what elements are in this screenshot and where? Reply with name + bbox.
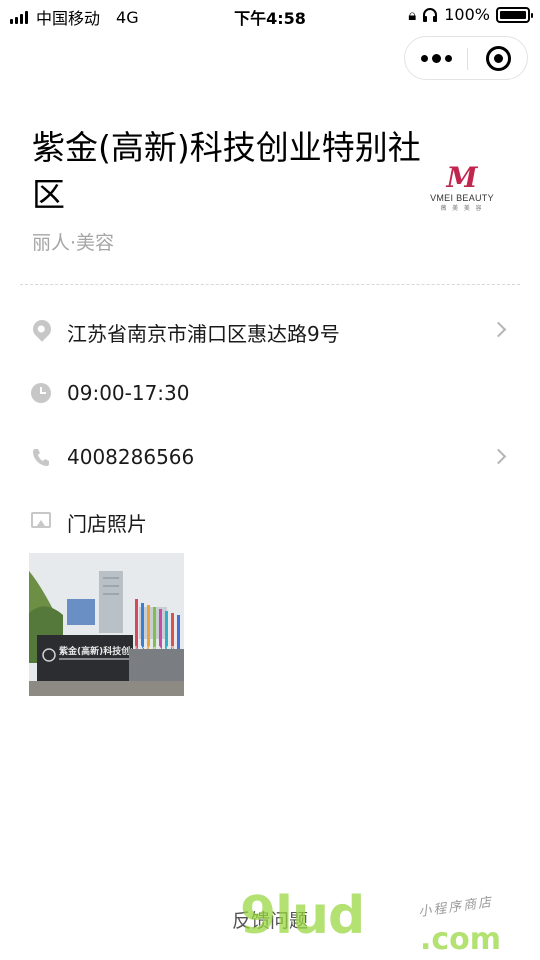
headphone-icon — [423, 7, 438, 22]
chevron-right-icon — [490, 321, 507, 338]
address-row[interactable]: 江苏省南京市浦口区惠达路9号 — [0, 311, 540, 351]
lock-icon: 🔒︎ — [408, 5, 417, 24]
status-bar: 中国移动 4G 下午4:58 🔒︎ 100% — [0, 0, 540, 32]
phone-row[interactable]: 4008286566 — [0, 438, 540, 478]
screen: 中国移动 4G 下午4:58 🔒︎ 100% 紫金(高新)科技创业特别社区 M … — [0, 0, 540, 960]
location-icon — [29, 316, 55, 342]
logo-mark: M — [446, 161, 478, 194]
capsule-menu — [404, 36, 528, 80]
close-icon[interactable] — [468, 37, 528, 79]
logo-name: VMEI BEAUTY — [430, 193, 494, 203]
battery-percent: 100% — [444, 5, 490, 24]
store-logo: M VMEI BEAUTY 薇 美 美 容 — [424, 163, 500, 215]
status-right: 🔒︎ 100% — [408, 5, 533, 24]
address-text: 江苏省南京市浦口区惠达路9号 — [67, 322, 340, 346]
more-icon[interactable] — [405, 37, 467, 79]
watermark-com: .com — [420, 922, 502, 957]
store-title: 紫金(高新)科技创业特别社区 — [32, 128, 421, 214]
store-photo[interactable]: 紫金(高新)科技创业特别社区 — [29, 553, 184, 696]
watermark-main: 9lud — [240, 886, 365, 946]
battery-icon — [496, 6, 533, 23]
photos-row: 门店照片 — [0, 501, 540, 541]
chevron-right-icon — [490, 448, 507, 465]
photos-label: 门店照片 — [67, 512, 147, 536]
phone-text: 4008286566 — [67, 445, 195, 469]
logo-sub: 薇 美 美 容 — [440, 206, 484, 212]
hours-text: 09:00-17:30 — [67, 381, 190, 405]
hours-row: 09:00-17:30 — [0, 374, 540, 414]
clock-icon — [31, 383, 53, 405]
image-icon — [31, 510, 53, 532]
store-category: 丽人·美容 — [32, 232, 115, 254]
divider — [20, 284, 520, 285]
phone-icon — [31, 447, 53, 469]
